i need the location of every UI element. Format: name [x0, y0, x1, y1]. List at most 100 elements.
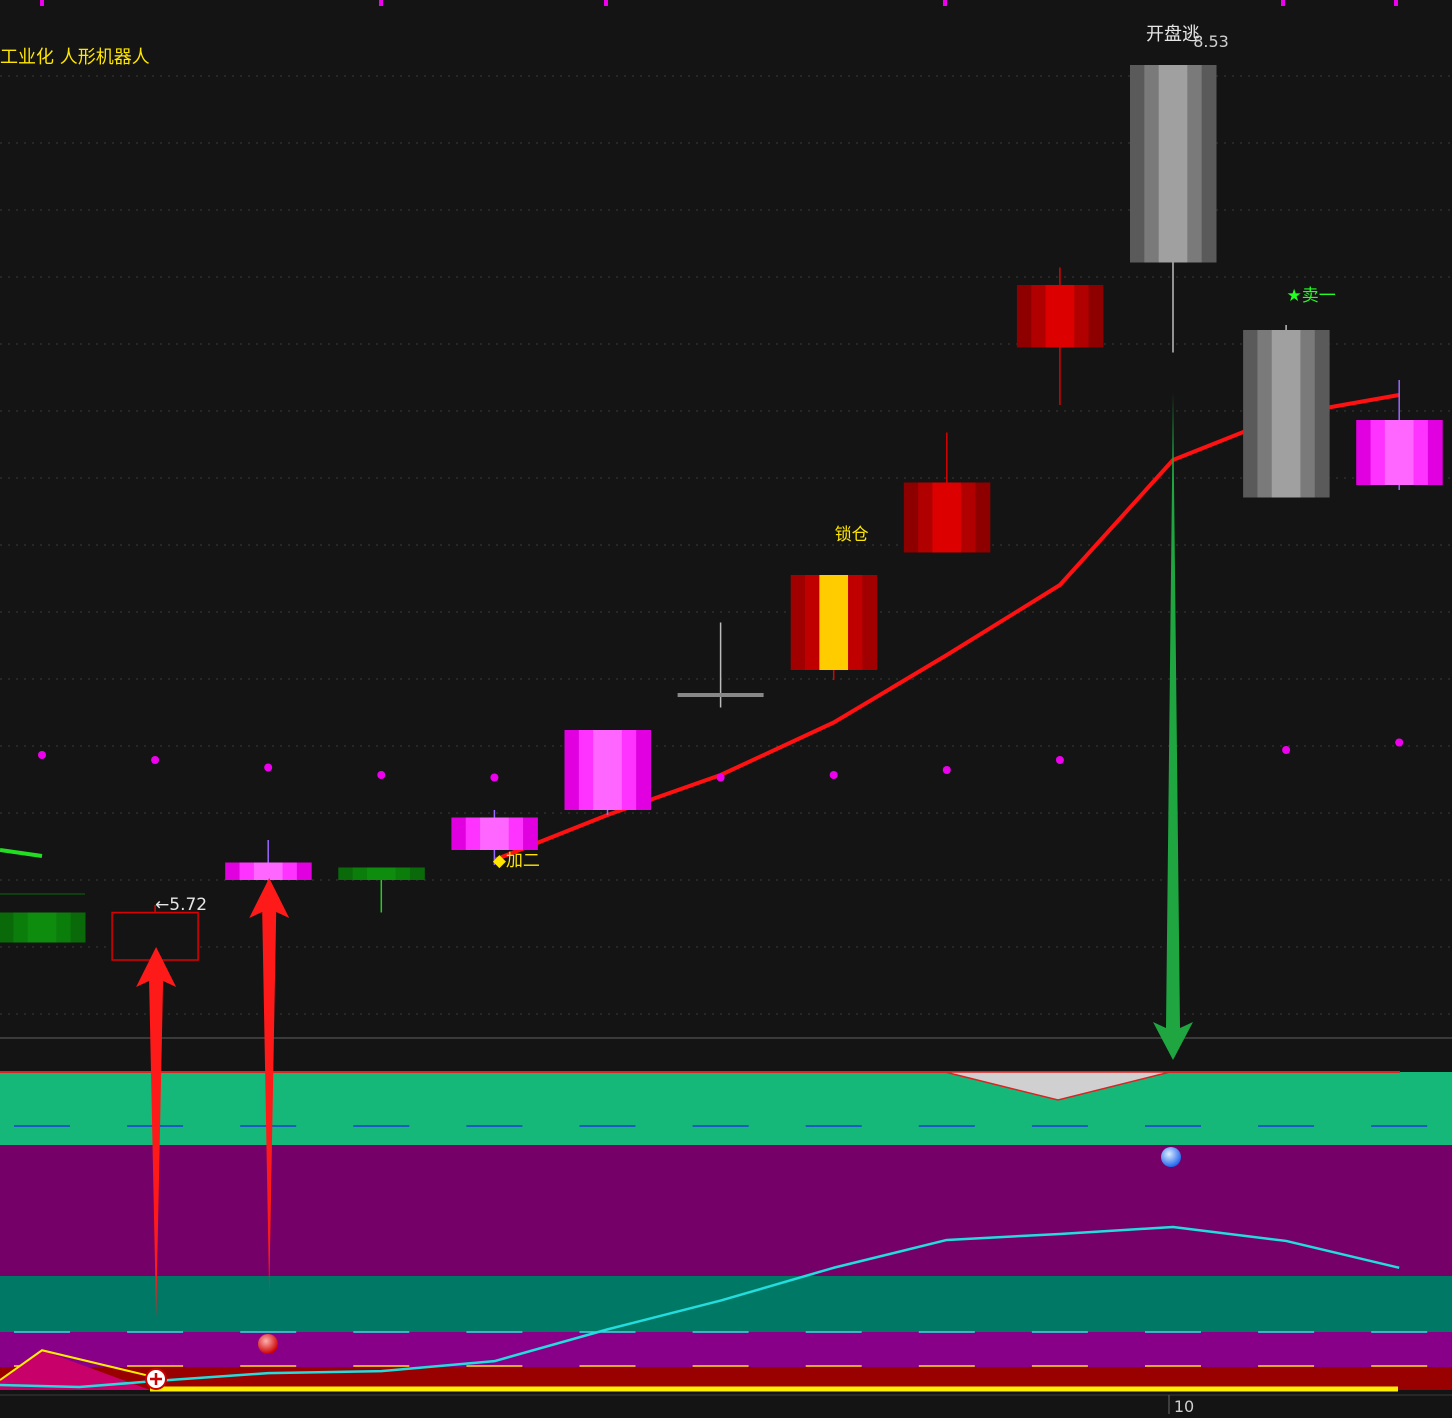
candle-body [932, 482, 948, 553]
candle-body [253, 862, 269, 880]
candle-body [578, 730, 594, 810]
candle-body [636, 730, 651, 810]
signal-dot [38, 751, 46, 759]
signal-dot [377, 771, 386, 779]
candle-body [268, 862, 284, 880]
signal-dot [716, 773, 725, 782]
candle-body [946, 482, 962, 553]
candle-body [1413, 420, 1429, 485]
candle-body [1300, 330, 1316, 498]
candle-body [451, 817, 467, 850]
candle-body [1286, 330, 1301, 498]
candle-body [70, 912, 86, 943]
candle-body [13, 912, 29, 943]
candle-body [296, 862, 312, 880]
annotation-label: 开盘逃 [1146, 24, 1200, 45]
candle-body [607, 730, 623, 810]
top-tick [379, 0, 383, 6]
kline-chart-root: 开盘逃 8.53 ★卖一锁仓 ◆加二 ←5.72 10 工业化 人形机器人 [0, 0, 1452, 1416]
candle-body [56, 912, 72, 943]
candle [790, 575, 878, 680]
candle [0, 912, 86, 943]
top-tick [943, 0, 947, 6]
blue-ball-icon [1161, 1147, 1181, 1167]
candle-body [819, 575, 835, 670]
top-tick [1281, 0, 1285, 6]
annotation-label: ←5.72 [155, 895, 207, 915]
signal-dot [1055, 756, 1064, 764]
candle-body [1356, 420, 1372, 485]
candle-body [1144, 65, 1160, 263]
candle-body [366, 867, 382, 880]
candle-body [1257, 330, 1273, 498]
candle-body [1370, 420, 1386, 485]
candle-body [1158, 65, 1174, 263]
candle-body [918, 482, 933, 553]
signal-dot [151, 756, 160, 764]
indicator-bands [0, 1071, 1452, 1390]
candle-body [42, 912, 57, 943]
signal-dot [942, 766, 951, 774]
candle-body [1243, 330, 1258, 498]
candle-body [1201, 65, 1217, 263]
candle-body [465, 817, 481, 850]
candle-body [961, 482, 976, 553]
candle-body [1031, 285, 1047, 348]
annotation-label: ★卖一 [1286, 286, 1335, 306]
candle-body [1399, 420, 1415, 485]
candle-body [494, 817, 510, 850]
annotation-label: ◆加二 [493, 851, 540, 871]
candle-body [833, 575, 849, 670]
top-tick [1394, 0, 1398, 6]
candle-body [0, 912, 14, 943]
band-purple [0, 1145, 1452, 1276]
signal-dot [264, 763, 273, 772]
candle-body [975, 482, 991, 553]
candle-body [1088, 285, 1104, 348]
top-tick [604, 0, 608, 6]
signal-dot [829, 771, 838, 779]
candle-body [862, 575, 878, 670]
band-green [0, 1072, 1452, 1145]
candle-body [848, 575, 863, 670]
annotation-value: 8.53 [1193, 32, 1229, 51]
candle-body [395, 867, 411, 880]
candle-body [1016, 285, 1032, 348]
signal-dot [1282, 746, 1291, 754]
candle-body [903, 482, 919, 553]
candle-body [1384, 420, 1400, 485]
candle-body [239, 862, 255, 880]
x-tick-label: 10 [1174, 1397, 1194, 1414]
candle-body [677, 693, 764, 697]
candle [564, 730, 651, 815]
candle-body [523, 817, 538, 850]
candle-body [1045, 285, 1061, 348]
signal-dot [1395, 738, 1404, 747]
candle-body [805, 575, 820, 670]
candle-body [1074, 285, 1090, 348]
candle-body [409, 867, 425, 880]
band-teal [0, 1276, 1452, 1332]
candle-body [1427, 420, 1443, 485]
red-ball-icon [258, 1334, 278, 1354]
candle-body [225, 862, 241, 880]
band-violet [0, 1332, 1452, 1367]
candle-body [593, 730, 608, 810]
candle-body [352, 867, 368, 880]
candle-body [508, 817, 524, 850]
candle-body [621, 730, 637, 810]
candle-body [338, 867, 354, 880]
candle-body [480, 817, 495, 850]
candle-body [27, 912, 43, 943]
candle-body [564, 730, 580, 810]
candle-body [1059, 285, 1075, 348]
candle-body [1314, 330, 1330, 498]
candle-body [790, 575, 806, 670]
candle-body [1187, 65, 1203, 263]
stock-label: 工业化 人形机器人 [0, 47, 150, 68]
candle-body [381, 867, 397, 880]
annotation-label: 锁仓 [835, 525, 869, 545]
kline-chart[interactable]: 开盘逃8.53 ★卖一锁仓 ◆加二 ←5.72 10 工业化 人形机器人 [0, 0, 1452, 1416]
candle-body [282, 862, 298, 880]
candle-body [1173, 65, 1188, 263]
